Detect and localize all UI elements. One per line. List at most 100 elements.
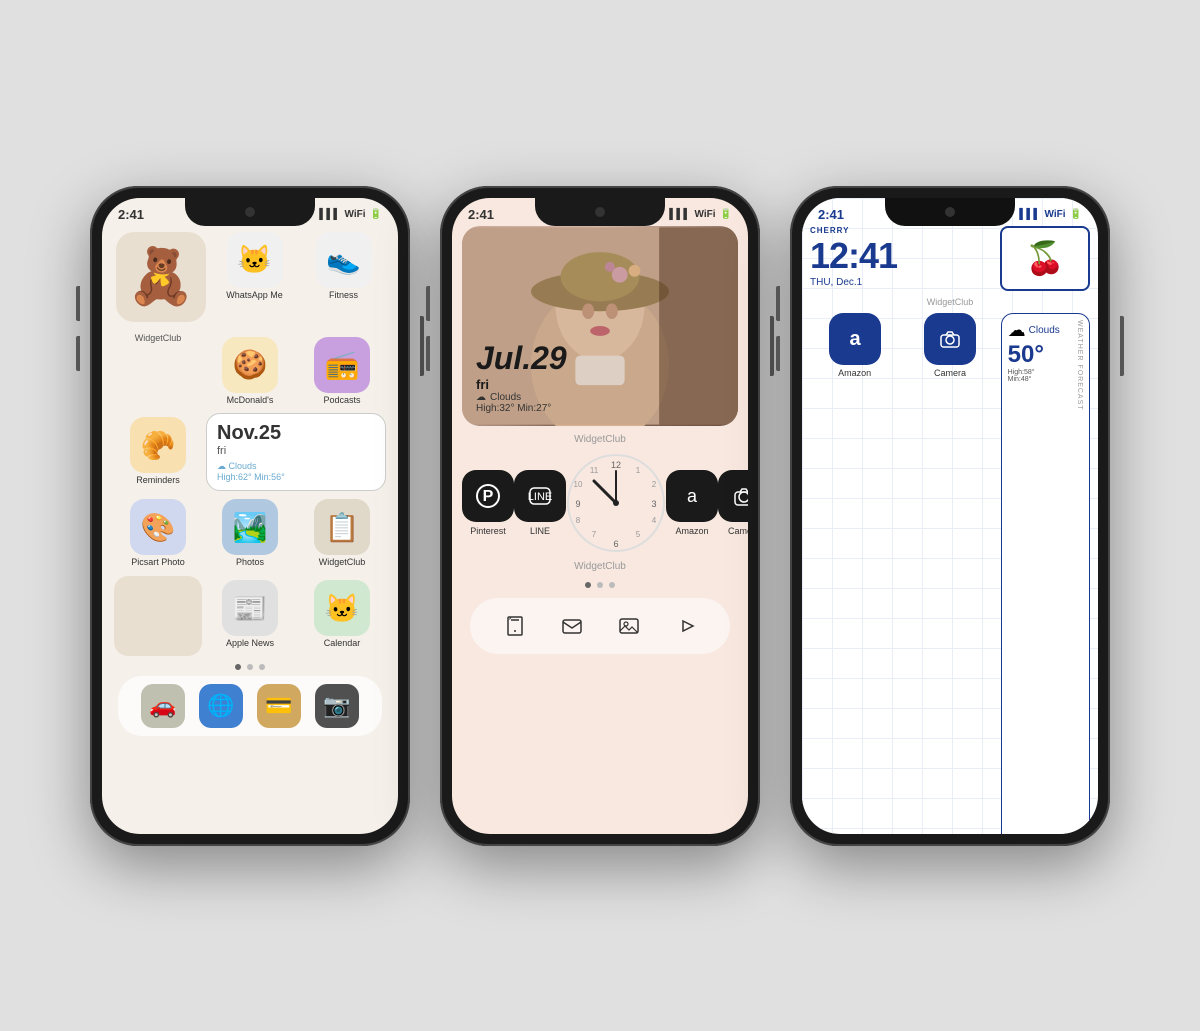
p1-app-fitness[interactable]: 👟 Fitness: [301, 228, 386, 329]
cloud-icon-p3: ☁: [1008, 320, 1026, 341]
p2-dock-mail[interactable]: [552, 606, 592, 646]
p3-high: High:58°: [1008, 369, 1083, 376]
cherry-title: CHERRY: [810, 226, 994, 235]
p1-app-calendar[interactable]: 🐱 Calendar: [298, 576, 386, 656]
p2-app-amazon[interactable]: a Amazon: [666, 470, 718, 536]
p2-portrait-widget: Jul.29 fri ☁ Clouds High:32° Min:27°: [462, 226, 738, 426]
svg-text:8: 8: [576, 516, 581, 525]
p3-widgetclub-label: WidgetClub: [810, 297, 1090, 307]
podcasts-icon: 📻: [314, 337, 370, 393]
pinterest-icon: P: [462, 470, 514, 522]
p3-apps-weather: a Amazon Camera WE: [810, 313, 1090, 834]
volume-up-button-2: [426, 286, 430, 321]
svg-text:11: 11: [590, 466, 599, 475]
p1-label-widgetclub2: WidgetClub: [319, 558, 366, 568]
status-icons-3: ▌▌▌ WiFi 🔋: [1019, 209, 1082, 220]
p1-label-applenews: Apple News: [226, 639, 274, 649]
notch-3: [885, 198, 1015, 226]
phone-3: 2:41 ▌▌▌ WiFi 🔋 CHERRY 12:41 THU, Dec.1: [790, 186, 1110, 846]
line-icon: LINE: [514, 470, 566, 522]
mcdonalds-icon: 🍪: [222, 337, 278, 393]
p2-dock-gallery[interactable]: [609, 606, 649, 646]
applenews-icon: 📰: [222, 580, 278, 636]
power-button-3: [1120, 316, 1124, 376]
p1-app-mcdonalds[interactable]: 🍪 McDonald's: [206, 333, 294, 410]
battery-icon: 🔋: [370, 209, 382, 220]
p2-date-big: Jul.29: [476, 340, 567, 377]
fitness-icon: 👟: [316, 232, 372, 288]
camera-dot: [245, 207, 255, 217]
phone-2-content: Jul.29 fri ☁ Clouds High:32° Min:27° Wid…: [452, 198, 748, 834]
dock-car-icon[interactable]: 🚗: [141, 684, 185, 728]
p1-app-podcasts[interactable]: 📻 Podcasts: [298, 333, 386, 410]
phone-2-screen: 2:41 ▌▌▌ WiFi 🔋: [452, 198, 748, 834]
p2-app-camera[interactable]: Camera: [718, 470, 748, 536]
p3-weather-widget: WEATHER FORECAST ☁ Clouds 50° High:58° M…: [1001, 313, 1090, 834]
dot-2: [247, 664, 253, 670]
volume-down-button-2: [426, 336, 430, 371]
p3-time-block: CHERRY 12:41 THU, Dec.1: [810, 226, 994, 288]
signal-icon: ▌▌▌: [319, 209, 340, 220]
p1-label-photos: Photos: [236, 558, 264, 568]
p1-date-widget-inner: Nov.25 fri ☁ Clouds High:62° Min:56°: [206, 413, 386, 491]
notch-2: [535, 198, 665, 226]
p3-app-amazon[interactable]: a Amazon: [810, 313, 899, 378]
p3-weather-content: ☁ Clouds: [1008, 320, 1076, 341]
p1-date-widget: Nov.25 fri ☁ Clouds High:62° Min:56°: [206, 413, 386, 491]
p2-page-dots: [462, 580, 738, 590]
p1-app-photos[interactable]: 🏞️ Photos: [206, 495, 294, 572]
p2-dock: [470, 598, 730, 654]
p1-row2: WidgetClub 🍪 McDonald's 📻 Podcasts: [114, 333, 386, 410]
amazon-icon-p3: a: [829, 313, 881, 365]
picsart-icon: 🎨: [130, 499, 186, 555]
p1-app-widgetclub2[interactable]: 📋 WidgetClub: [298, 495, 386, 572]
camera-icon-p3: [924, 313, 976, 365]
p3-temp: 50°: [1008, 341, 1083, 369]
p1-day: fri: [217, 445, 375, 457]
svg-text:P: P: [483, 488, 494, 505]
dock-globe-icon[interactable]: 🌐: [199, 684, 243, 728]
p1-widgetclub-label-area: WidgetClub: [114, 333, 202, 410]
p3-app-camera[interactable]: Camera: [905, 313, 994, 378]
svg-text:3: 3: [651, 499, 656, 509]
p1-label-whatsapp: WhatsApp Me: [226, 291, 283, 301]
p2-app-line[interactable]: LINE LINE: [514, 470, 566, 536]
p2-dock-video[interactable]: [666, 606, 706, 646]
p2-dock-phone[interactable]: [495, 606, 535, 646]
svg-text:a: a: [849, 328, 861, 350]
weather-forecast-label: WEATHER FORECAST: [1076, 320, 1083, 834]
p2-weather: ☁ Clouds: [476, 392, 567, 403]
p2-dot-3: [609, 582, 615, 588]
clock-svg: 12 3 6 9 1 2 4 5 7 8 10: [566, 453, 666, 553]
p1-app-applenews[interactable]: 📰 Apple News: [206, 576, 294, 656]
p2-dot-2: [597, 582, 603, 588]
p1-app-whatsapp[interactable]: 🐱 WhatsApp Me: [212, 228, 297, 329]
status-icons-2: ▌▌▌ WiFi 🔋: [669, 209, 732, 220]
phone-1-content: 🧸 🐱 WhatsApp Me 👟 Fitness: [102, 198, 398, 834]
p2-date-sub: fri: [476, 377, 567, 392]
svg-text:12: 12: [611, 460, 621, 470]
calendar-icon: 🐱: [314, 580, 370, 636]
p2-app-pinterest[interactable]: P Pinterest: [462, 470, 514, 536]
p3-label-camera: Camera: [934, 368, 966, 378]
p1-app-reminders[interactable]: 🥐 Reminders: [114, 413, 202, 490]
bear-icon: 🧸: [116, 232, 206, 322]
p1-app-picsart[interactable]: 🎨 Picsart Photo: [114, 495, 202, 572]
reminders-icon: 🥐: [130, 417, 186, 473]
svg-text:LINE: LINE: [528, 491, 552, 503]
p2-label-amazon: Amazon: [675, 526, 708, 536]
p1-app-widgetclub-bear[interactable]: 🧸: [114, 228, 208, 329]
dock-camera-icon[interactable]: 📷: [315, 684, 359, 728]
dock-wallet-icon[interactable]: 💳: [257, 684, 301, 728]
phone-2-background: 2:41 ▌▌▌ WiFi 🔋: [452, 198, 748, 834]
volume-up-button: [76, 286, 80, 321]
dot-1: [235, 664, 241, 670]
photos-icon: 🏞️: [222, 499, 278, 555]
signal-icon-3: ▌▌▌: [1019, 209, 1040, 220]
widgetclub-icon2: 📋: [314, 499, 370, 555]
p2-label-line: LINE: [530, 526, 550, 536]
phone-1-screen: 2:41 ▌▌▌ WiFi 🔋 🧸: [102, 198, 398, 834]
status-time-2: 2:41: [468, 207, 494, 222]
p1-label-reminders: Reminders: [136, 476, 180, 486]
notch-1: [185, 198, 315, 226]
